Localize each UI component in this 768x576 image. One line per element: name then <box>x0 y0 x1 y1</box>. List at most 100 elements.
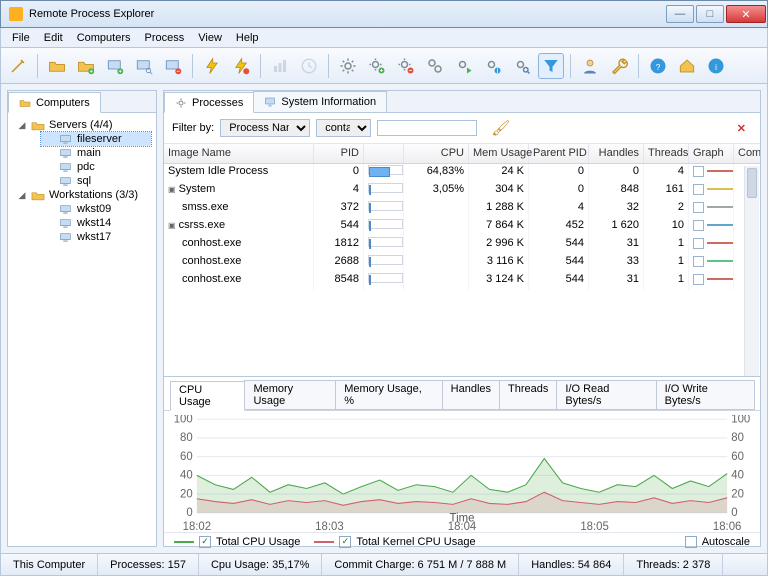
chart-tab[interactable]: I/O Read Bytes/s <box>556 380 656 410</box>
tree-node[interactable]: fileserver <box>41 132 151 146</box>
process-row[interactable]: ▣ csrss.exe 544 7 864 K 452 1 620 10 <box>164 218 760 236</box>
filter-icon[interactable] <box>538 53 564 79</box>
filter-value[interactable] <box>377 120 477 136</box>
filter-close-icon[interactable]: ✕ <box>731 122 752 135</box>
menu-help[interactable]: Help <box>229 30 266 46</box>
chart-tab[interactable]: CPU Usage <box>170 381 245 411</box>
tree-node[interactable]: sql <box>41 174 151 188</box>
proc-threads: 4 <box>644 164 689 182</box>
process-row[interactable]: conhost.exe 2688 3 116 K 544 33 1 <box>164 254 760 272</box>
process-row[interactable]: smss.exe 372 1 288 K 4 32 2 <box>164 200 760 218</box>
menu-bar: File Edit Computers Process View Help <box>0 28 768 48</box>
proc-cpu: 3,05% <box>404 182 469 200</box>
proc-handles: 31 <box>589 272 644 290</box>
folder-open-icon[interactable] <box>44 53 70 79</box>
collapse-icon[interactable]: ◢ <box>17 120 27 131</box>
gear-info-icon[interactable]: i <box>480 53 506 79</box>
tree-node-label: pdc <box>77 161 95 173</box>
tab-sysinfo[interactable]: System Information <box>253 91 387 112</box>
legend-kernel-check[interactable]: ✓ <box>339 536 351 548</box>
folder-add-icon[interactable] <box>73 53 99 79</box>
tree-node[interactable]: main <box>41 146 151 160</box>
chart-tab[interactable]: Handles <box>442 380 500 410</box>
app-icon <box>9 7 23 21</box>
tree-node[interactable]: wkst17 <box>41 230 151 244</box>
menu-view[interactable]: View <box>191 30 229 46</box>
col-cpu[interactable]: CPU <box>404 144 469 163</box>
scrollbar[interactable] <box>744 166 759 376</box>
info-icon[interactable]: i <box>703 53 729 79</box>
clock-icon[interactable] <box>296 53 322 79</box>
proc-pid: 1812 <box>314 236 364 254</box>
tree-node[interactable]: wkst09 <box>41 202 151 216</box>
tree-node[interactable]: pdc <box>41 160 151 174</box>
col-cmd[interactable]: Command Line <box>734 144 760 163</box>
bolt-icon[interactable] <box>199 53 225 79</box>
tab-sysinfo-label: System Information <box>281 96 376 108</box>
user-icon[interactable] <box>577 53 603 79</box>
brush-icon[interactable]: 🖌 <box>491 119 510 137</box>
gear-icon <box>175 97 187 109</box>
chart-icon[interactable] <box>267 53 293 79</box>
process-row[interactable]: ▣ System 4 3,05% 304 K 0 848 161 <box>164 182 760 200</box>
gear-add-icon[interactable] <box>364 53 390 79</box>
tab-processes[interactable]: Processes <box>164 92 254 113</box>
collapse-icon[interactable]: ◢ <box>17 190 27 201</box>
wand-icon[interactable] <box>5 53 31 79</box>
maximize-button[interactable]: □ <box>696 5 724 23</box>
process-row[interactable]: System Idle Process 0 64,83% 24 K 0 0 4 <box>164 164 760 182</box>
col-cpubar[interactable] <box>364 144 404 163</box>
process-row[interactable]: conhost.exe 8548 3 124 K 544 31 1 <box>164 272 760 290</box>
tree-servers[interactable]: ◢ Servers (4/4) <box>13 118 151 132</box>
col-name[interactable]: Image Name <box>164 144 314 163</box>
col-graph[interactable]: Graph <box>689 144 734 163</box>
svg-text:60: 60 <box>731 451 744 463</box>
filter-field[interactable]: Process Name <box>220 119 310 137</box>
tree-workstations[interactable]: ◢ Workstations (3/3) <box>13 188 151 202</box>
menu-edit[interactable]: Edit <box>37 30 70 46</box>
menu-process[interactable]: Process <box>138 30 192 46</box>
proc-ppid: 544 <box>529 272 589 290</box>
computer-remove-icon[interactable] <box>160 53 186 79</box>
col-mem[interactable]: Mem Usage <box>469 144 529 163</box>
filter-op[interactable]: contains <box>316 119 371 137</box>
toolbar: i ? i <box>0 48 768 84</box>
autoscale-check[interactable] <box>685 536 697 548</box>
computer-add-icon[interactable] <box>102 53 128 79</box>
svg-text:100: 100 <box>731 415 750 425</box>
menu-file[interactable]: File <box>5 30 37 46</box>
help-icon[interactable]: ? <box>645 53 671 79</box>
proc-ppid: 4 <box>529 200 589 218</box>
gear-remove-icon[interactable] <box>393 53 419 79</box>
proc-pid: 372 <box>314 200 364 218</box>
col-handles[interactable]: Handles <box>589 144 644 163</box>
tree-node[interactable]: wkst14 <box>41 216 151 230</box>
gear-play-icon[interactable] <box>451 53 477 79</box>
computer-icon <box>59 218 73 229</box>
gear-pair-icon[interactable] <box>422 53 448 79</box>
col-pid[interactable]: PID <box>314 144 364 163</box>
tab-processes-label: Processes <box>192 97 243 109</box>
col-ppid[interactable]: Parent PID <box>529 144 589 163</box>
process-row[interactable]: conhost.exe 1812 2 996 K 544 31 1 <box>164 236 760 254</box>
chart-tab[interactable]: Memory Usage, % <box>335 380 442 410</box>
status-bar: This Computer Processes: 157 Cpu Usage: … <box>0 554 768 576</box>
computer-search-icon[interactable] <box>131 53 157 79</box>
menu-computers[interactable]: Computers <box>70 30 138 46</box>
chart-tab[interactable]: Threads <box>499 380 557 410</box>
wrench-icon[interactable] <box>606 53 632 79</box>
home-icon[interactable] <box>674 53 700 79</box>
chart-tab[interactable]: I/O Write Bytes/s <box>656 380 755 410</box>
col-threads[interactable]: Threads <box>644 144 689 163</box>
legend-total-check[interactable]: ✓ <box>199 536 211 548</box>
minimize-button[interactable]: — <box>666 5 694 23</box>
gear-search-icon[interactable] <box>509 53 535 79</box>
computer-icon <box>59 176 73 187</box>
gear-icon[interactable] <box>335 53 361 79</box>
chart-tab[interactable]: Memory Usage <box>244 380 336 410</box>
tab-computers[interactable]: Computers <box>8 92 101 113</box>
monitor-icon <box>264 96 276 108</box>
computers-panel: Computers ◢ Servers (4/4) fileservermain… <box>7 90 157 547</box>
close-button[interactable]: ✕ <box>726 5 766 23</box>
bolt-stop-icon[interactable] <box>228 53 254 79</box>
